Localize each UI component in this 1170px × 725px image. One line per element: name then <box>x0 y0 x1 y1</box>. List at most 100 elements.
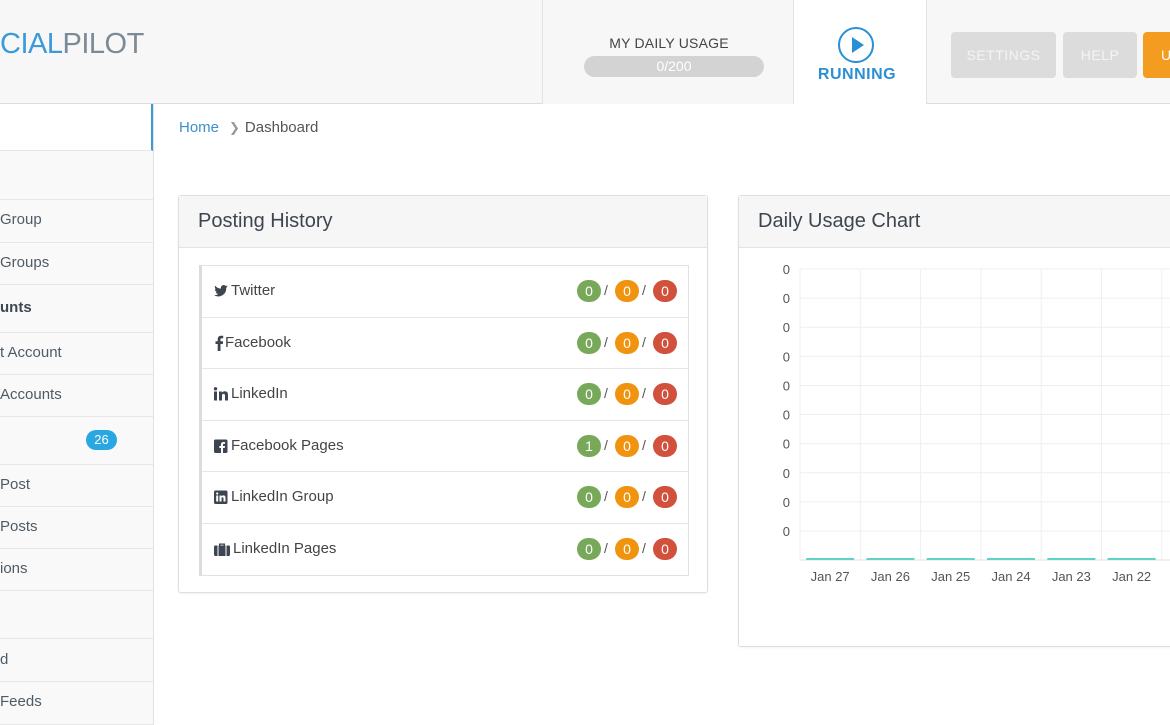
success-count-badge: 0 <box>577 383 601 405</box>
pending-count-badge: 0 <box>615 331 639 354</box>
pending-count-badge: 0 <box>615 486 639 508</box>
success-count-badge: 1 <box>577 434 601 457</box>
separator: / <box>642 282 646 298</box>
y-tick-label: 0 <box>783 408 790 423</box>
x-tick-label: Jan 27 <box>811 569 850 584</box>
sidebar-item-create-group[interactable]: Group <box>0 200 153 243</box>
y-tick-label: 0 <box>783 262 790 277</box>
separator: / <box>604 539 608 556</box>
y-tick-label: 0 <box>783 320 790 335</box>
sidebar-item-label: Groups <box>0 254 50 271</box>
row-label: LinkedIn Pages <box>233 539 337 557</box>
sidebar-item-label: Accounts <box>0 386 62 403</box>
panel-title: Posting History <box>198 210 333 232</box>
briefcase-icon <box>214 543 230 556</box>
help-button[interactable]: HELP <box>1063 32 1137 78</box>
chart-bar <box>987 558 1036 560</box>
sidebar-item-feeds[interactable]: Feeds <box>0 682 153 725</box>
panel-header: Daily Usage Chart <box>739 196 1170 248</box>
pending-count-badge: 0 <box>615 537 639 560</box>
y-tick-label: 0 <box>783 378 790 393</box>
sidebar: Group Groups unts t Account Accounts 26 … <box>0 104 154 725</box>
sidebar-item-label: ions <box>0 560 28 577</box>
failed-count-badge: 0 <box>653 537 677 560</box>
status-widget[interactable]: RUNNING <box>794 0 927 104</box>
top-header: CIALPILOT MY DAILY USAGE 0/200 RUNNING S… <box>0 0 1170 104</box>
chart-bar <box>926 558 975 560</box>
count-badge: 26 <box>86 430 117 450</box>
success-count-badge: 0 <box>577 537 601 560</box>
settings-button[interactable]: SETTINGS <box>951 32 1056 78</box>
separator: / <box>642 436 646 453</box>
facebook-square-icon <box>214 439 228 453</box>
status-label: RUNNING <box>817 66 897 83</box>
list-item: LinkedIn Pages 0 / 0 / 0 <box>202 524 688 576</box>
daily-usage-chart: 0 0 0 0 0 0 0 0 0 0 Jan 27 Jan 26 Jan 25 Jan 24 Jan 23… <box>783 262 1170 584</box>
breadcrumb: Home ❯ Dashboard <box>179 119 318 136</box>
separator: / <box>604 488 608 504</box>
list-item: Facebook 0 / 0 / 0 <box>202 318 688 369</box>
app-logo[interactable]: CIALPILOT <box>0 28 144 61</box>
upgrade-button[interactable]: U <box>1143 32 1170 78</box>
failed-count-badge: 0 <box>653 383 677 405</box>
y-tick-label: 0 <box>783 466 790 481</box>
chart-bar <box>1047 558 1096 560</box>
pending-count-badge: 0 <box>615 434 639 457</box>
row-label: LinkedIn Group <box>231 488 334 505</box>
breadcrumb-home-link[interactable]: Home <box>179 119 219 136</box>
x-tick-label: Jan 25 <box>931 569 970 584</box>
sidebar-item-label: Group <box>0 211 42 228</box>
chevron-right-icon: ❯ <box>229 120 240 135</box>
x-tick-label: Jan 22 <box>1112 569 1151 584</box>
sidebar-section-accounts[interactable]: unts <box>0 285 153 333</box>
daily-usage-chart-panel: Daily Usage Chart 0 0 0 0 0 0 0 0 0 0 Jan 27 Jan 26… <box>738 195 1170 647</box>
chart-bar <box>1107 558 1156 560</box>
breadcrumb-current: Dashboard <box>244 119 319 136</box>
sidebar-item-label: d <box>0 651 9 668</box>
panel-header: Posting History <box>179 196 707 248</box>
failed-count-badge: 0 <box>653 331 677 354</box>
pending-count-badge: 0 <box>615 280 639 302</box>
separator: / <box>642 488 646 504</box>
chart-bar <box>806 558 855 560</box>
y-tick-label: 0 <box>783 524 790 539</box>
logo-text-part2: PILOT <box>62 28 144 60</box>
chart-title: Daily Usage Chart <box>758 210 921 232</box>
daily-usage-widget: MY DAILY USAGE 0/200 <box>542 0 794 104</box>
success-count-badge: 0 <box>577 280 601 302</box>
sidebar-item-label: Post <box>0 476 31 493</box>
daily-usage-progress-bar: 0/200 <box>584 56 764 77</box>
posting-history-panel: Posting History Twitter 0 / 0 / 0 Facebo… <box>178 195 708 593</box>
play-icon[interactable] <box>838 27 874 63</box>
twitter-icon <box>214 285 228 297</box>
sidebar-item-label: t Account <box>0 344 62 361</box>
sidebar-item-options[interactable]: ions <box>0 549 153 591</box>
separator: / <box>642 333 646 350</box>
sidebar-section-posts[interactable]: 26 <box>0 417 153 465</box>
separator: / <box>604 385 608 401</box>
list-item: Twitter 0 / 0 / 0 <box>202 266 688 318</box>
sidebar-item-label: Feeds <box>0 693 42 710</box>
y-tick-label: 0 <box>783 291 790 306</box>
list-item: LinkedIn 0 / 0 / 0 <box>202 369 688 421</box>
y-tick-label: 0 <box>783 495 790 510</box>
sidebar-item-accounts[interactable]: Accounts <box>0 375 153 417</box>
failed-count-badge: 0 <box>653 486 677 508</box>
failed-count-badge: 0 <box>653 434 677 457</box>
sidebar-item-groups[interactable]: Groups <box>0 243 153 285</box>
sidebar-item-active[interactable] <box>0 104 153 151</box>
separator: / <box>642 539 646 556</box>
sidebar-section[interactable] <box>0 151 153 200</box>
sidebar-item-new-post[interactable]: Post <box>0 465 153 507</box>
sidebar-item-add-feed[interactable]: d <box>0 639 153 682</box>
y-tick-label: 0 <box>783 437 790 452</box>
linkedin-square-icon <box>214 490 228 504</box>
sidebar-section[interactable] <box>0 591 153 639</box>
logo-text-part1: CIAL <box>0 28 63 60</box>
success-count-badge: 0 <box>577 486 601 508</box>
posting-history-list: Twitter 0 / 0 / 0 Facebook 0 / 0 / 0 Lin… <box>199 265 689 576</box>
sidebar-item-add-account[interactable]: t Account <box>0 333 153 375</box>
sidebar-item-posts[interactable]: Posts <box>0 507 153 549</box>
pending-count-badge: 0 <box>615 383 639 405</box>
x-tick-label: Jan 26 <box>871 569 910 584</box>
